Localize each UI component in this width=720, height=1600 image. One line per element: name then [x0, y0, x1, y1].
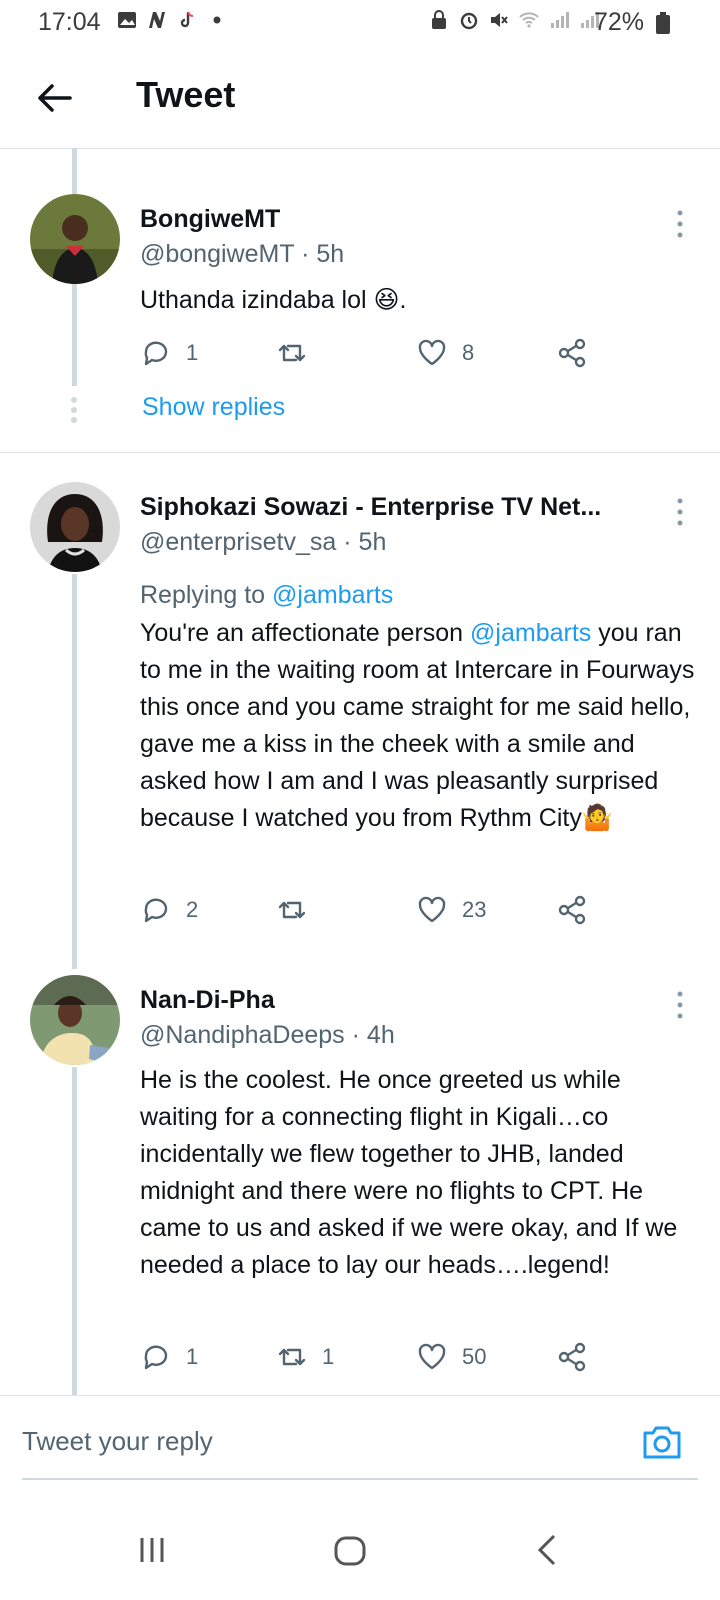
retweet-button[interactable]	[276, 333, 322, 373]
home-icon[interactable]	[330, 1530, 370, 1570]
n-app-icon	[149, 12, 165, 28]
avatar[interactable]	[30, 975, 120, 1065]
reply-icon	[144, 341, 168, 366]
timestamp: · 5h	[343, 528, 387, 556]
display-name[interactable]: Nan-Di-Pha	[140, 986, 275, 1015]
status-bar: 17:04 72%	[0, 0, 720, 48]
handle[interactable]: @enterprisetv_sa	[140, 528, 336, 556]
status-right-icons	[428, 9, 600, 31]
retweet-count: 1	[322, 1344, 335, 1369]
like-button[interactable]: 23	[416, 890, 486, 930]
share-icon	[558, 338, 586, 368]
replying-to: Replying to @jambarts	[140, 581, 394, 609]
reply-button[interactable]: 2	[140, 890, 198, 930]
tweet-text: He is the coolest. He once greeted us wh…	[140, 1066, 678, 1279]
app-header: Tweet	[0, 48, 720, 149]
wifi-icon	[519, 12, 539, 28]
mute-icon	[491, 13, 508, 27]
share-button[interactable]	[556, 333, 588, 373]
reply-button[interactable]: 1	[140, 333, 198, 373]
reply-icon	[144, 898, 168, 923]
like-count: 23	[462, 897, 487, 922]
more-options-icon[interactable]	[668, 209, 692, 239]
mention-link[interactable]: @jambarts	[470, 619, 591, 647]
tiktok-icon	[180, 11, 194, 28]
tweet-text: Uthanda izindaba lol 😆.	[140, 286, 407, 314]
back-icon[interactable]	[528, 1530, 568, 1570]
retweet-button[interactable]	[276, 890, 322, 930]
tweet-text: You're an affectionate person @jambarts …	[140, 619, 695, 832]
dot-icon	[213, 16, 221, 24]
reply-input-underline	[22, 1478, 698, 1480]
share-button[interactable]	[556, 1337, 588, 1377]
tweet-actions: 1 8	[140, 333, 610, 373]
like-button[interactable]: 50	[416, 1337, 486, 1377]
reply-count: 2	[186, 897, 199, 922]
like-count: 8	[462, 340, 475, 365]
reply-count: 1	[186, 340, 199, 365]
heart-icon	[418, 1343, 446, 1370]
retweet-icon	[278, 1348, 306, 1366]
battery-level: 72%	[593, 8, 644, 36]
thread-dots	[71, 397, 77, 423]
handle[interactable]: @NandiphaDeeps	[140, 1021, 345, 1049]
reply-count: 1	[186, 1344, 199, 1369]
battery-icon	[656, 12, 670, 34]
gallery-icon	[118, 12, 136, 28]
signal-icon	[551, 12, 569, 28]
thread-line	[72, 574, 77, 969]
recent-apps-icon[interactable]	[132, 1530, 172, 1570]
retweet-icon	[278, 901, 306, 919]
heart-icon	[418, 896, 446, 923]
handle-and-time: @enterprisetv_sa · 5h	[140, 528, 386, 557]
system-nav-bar	[0, 1500, 720, 1600]
handle[interactable]: @bongiweMT	[140, 240, 294, 268]
divider	[0, 452, 720, 453]
display-name[interactable]: BongiweMT	[140, 205, 280, 234]
retweet-icon	[278, 344, 306, 362]
heart-icon	[418, 339, 446, 366]
more-options-icon[interactable]	[668, 497, 692, 527]
alarm-icon	[460, 12, 478, 30]
back-arrow-icon[interactable]	[34, 78, 74, 118]
avatar[interactable]	[30, 194, 120, 284]
reply-button[interactable]: 1	[140, 1337, 198, 1377]
share-icon	[558, 895, 586, 925]
like-count: 50	[462, 1344, 487, 1369]
share-button[interactable]	[556, 890, 588, 930]
camera-icon[interactable]	[640, 1420, 684, 1464]
reply-icon	[144, 1345, 168, 1370]
tweet-actions: 2 23	[140, 890, 610, 930]
handle-and-time: @bongiweMT · 5h	[140, 240, 344, 269]
timestamp: · 4h	[351, 1021, 395, 1049]
retweet-button[interactable]: 1	[276, 1337, 334, 1377]
tweet-actions: 1 1 50	[140, 1337, 610, 1377]
status-left-icons	[116, 9, 228, 31]
more-options-icon[interactable]	[668, 990, 692, 1020]
thread-line	[72, 1067, 77, 1395]
page-title: Tweet	[136, 74, 236, 115]
reply-composer: Tweet your reply	[0, 1395, 720, 1496]
timestamp: · 5h	[301, 240, 345, 268]
status-time: 17:04	[38, 8, 101, 36]
share-icon	[558, 1342, 586, 1372]
handle-and-time: @NandiphaDeeps · 4h	[140, 1021, 395, 1050]
like-button[interactable]: 8	[416, 333, 474, 373]
lock-icon	[432, 10, 446, 29]
show-replies-link[interactable]: Show replies	[142, 393, 285, 422]
reply-input[interactable]: Tweet your reply	[22, 1426, 213, 1457]
avatar[interactable]	[30, 482, 120, 572]
display-name[interactable]: Siphokazi Sowazi - Enterprise TV Net...	[140, 493, 601, 522]
replying-to-link[interactable]: @jambarts	[272, 581, 393, 609]
